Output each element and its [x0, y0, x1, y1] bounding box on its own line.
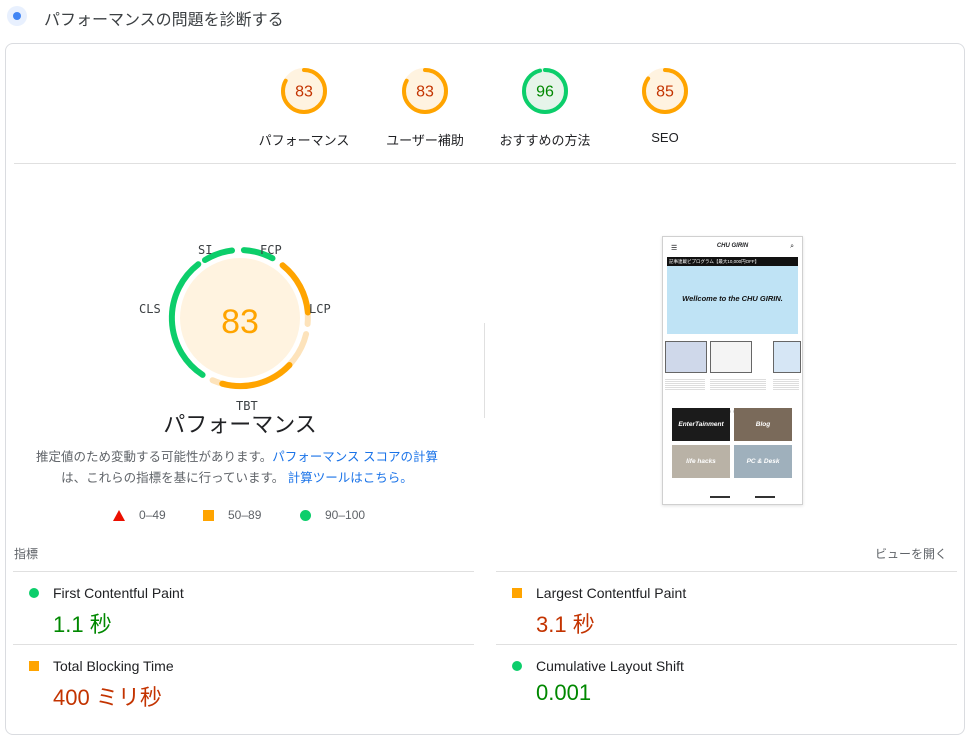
metric-cls: Cumulative Layout Shift 0.001 [496, 644, 957, 717]
thumb-tile: life hacks [672, 445, 730, 478]
metrics-section-label: 指標 [14, 547, 39, 561]
orange-square-icon [203, 510, 214, 522]
gauge-label: パフォーマンス [258, 133, 350, 148]
page-screenshot: ☰ CHU GIRIN ⌕ 記事連載ビプログラム【最大10,000円OFF】 W… [662, 236, 803, 505]
gauge-label: SEO [651, 130, 679, 145]
gauge-accessibility[interactable]: 83 ユーザー補助 [365, 66, 485, 149]
metric-tag-si: SI [198, 243, 213, 257]
thumb-navbar: ☰ CHU GIRIN ⌕ [663, 237, 802, 257]
metric-name: First Contentful Paint [53, 585, 184, 601]
metric-fcp: First Contentful Paint 1.1 秒 [13, 571, 474, 644]
disclaimer-text: は、これらの指標を基に行っています。 [61, 471, 285, 485]
orange-square-icon [29, 661, 39, 671]
thumb-tile: PC & Desk [734, 445, 792, 478]
thumb-tile: EnterTainment [672, 408, 730, 441]
calculator-link[interactable]: 計算ツールはこちら。 [288, 471, 413, 485]
metric-value: 3.1 秒 [536, 612, 595, 637]
metric-value: 400 ミリ秒 [53, 685, 162, 710]
thumb-card [710, 341, 752, 373]
gauge-score: 83 [295, 84, 313, 101]
score-ring-icon: 83 [281, 68, 327, 114]
metric-lcp: Largest Contentful Paint 3.1 秒 [496, 571, 957, 644]
thumb-category-grid: EnterTainment Blog life hacks PC & Desk [672, 408, 794, 480]
thumb-footer [663, 496, 802, 499]
thumb-card [665, 341, 707, 373]
score-ring-icon: 85 [642, 68, 688, 114]
score-calculation-link[interactable]: パフォーマンス スコアの計算 [272, 450, 438, 464]
metric-name: Largest Contentful Paint [536, 585, 687, 601]
thumb-card-captions [665, 378, 800, 394]
gauge-label: おすすめの方法 [499, 133, 591, 148]
thumb-hero-text: Wellcome to the CHU GIRIN. [682, 294, 783, 303]
carousel-dots [713, 400, 753, 413]
performance-disclaimer: 推定値のため変動する可能性があります。パフォーマンス スコアの計算 は、これらの… [30, 447, 444, 489]
expand-view-toggle[interactable]: ビューを開く [875, 545, 947, 562]
green-circle-icon [512, 661, 522, 671]
gauge-score: 85 [656, 84, 674, 101]
thumb-brand: CHU GIRIN [716, 243, 749, 249]
vertical-divider [484, 323, 485, 418]
metric-tag-lcp: LCP [309, 302, 331, 316]
gauge-performance[interactable]: 83 パフォーマンス [244, 66, 364, 149]
metric-value: 1.1 秒 [53, 612, 112, 637]
metric-tag-cls: CLS [139, 302, 161, 316]
score-ring-icon: 96 [522, 68, 568, 114]
green-circle-icon [300, 510, 311, 522]
gauge-score: 83 [416, 84, 434, 101]
search-icon: ⌕ [790, 243, 794, 250]
legend-fail: 0–49 [113, 508, 166, 522]
green-circle-icon [29, 588, 39, 598]
metric-value: 0.001 [536, 680, 592, 705]
performance-title: パフォーマンス [163, 412, 317, 437]
legend-pass: 90–100 [300, 508, 365, 522]
score-ring-icon: 83 [402, 68, 448, 114]
gauge-best-practices[interactable]: 96 おすすめの方法 [485, 66, 605, 149]
thumb-tile: Blog [734, 408, 792, 441]
divider [14, 163, 956, 164]
thumb-hero: Wellcome to the CHU GIRIN. [667, 266, 798, 334]
metric-tag-fcp: FCP [260, 243, 282, 257]
gauge-seo[interactable]: 85 SEO [605, 66, 725, 145]
page-title: パフォーマンスの問題を診断する [44, 12, 284, 29]
gauge-score: 96 [536, 84, 554, 101]
performance-gauge: 83 [168, 247, 311, 390]
orange-square-icon [512, 588, 522, 598]
legend-label: 0–49 [139, 508, 166, 522]
legend-average: 50–89 [203, 508, 261, 522]
thumb-card [773, 341, 801, 373]
thumb-promo: 記事連載ビプログラム【最大10,000円OFF】 [667, 257, 798, 266]
legend-label: 90–100 [325, 508, 366, 522]
red-triangle-icon [113, 510, 125, 522]
metric-name: Cumulative Layout Shift [536, 658, 684, 674]
metric-name: Total Blocking Time [53, 658, 174, 674]
gauge-label: ユーザー補助 [386, 133, 464, 148]
metric-tbt: Total Blocking Time 400 ミリ秒 [13, 644, 474, 717]
disclaimer-text: 推定値のため変動する可能性があります。 [36, 450, 273, 464]
performance-score: 83 [221, 303, 259, 341]
thumb-cards [665, 341, 801, 375]
legend-label: 50–89 [228, 508, 262, 522]
pagespeed-icon [7, 6, 27, 26]
page-header: パフォーマンスの問題を診断する [0, 0, 979, 34]
